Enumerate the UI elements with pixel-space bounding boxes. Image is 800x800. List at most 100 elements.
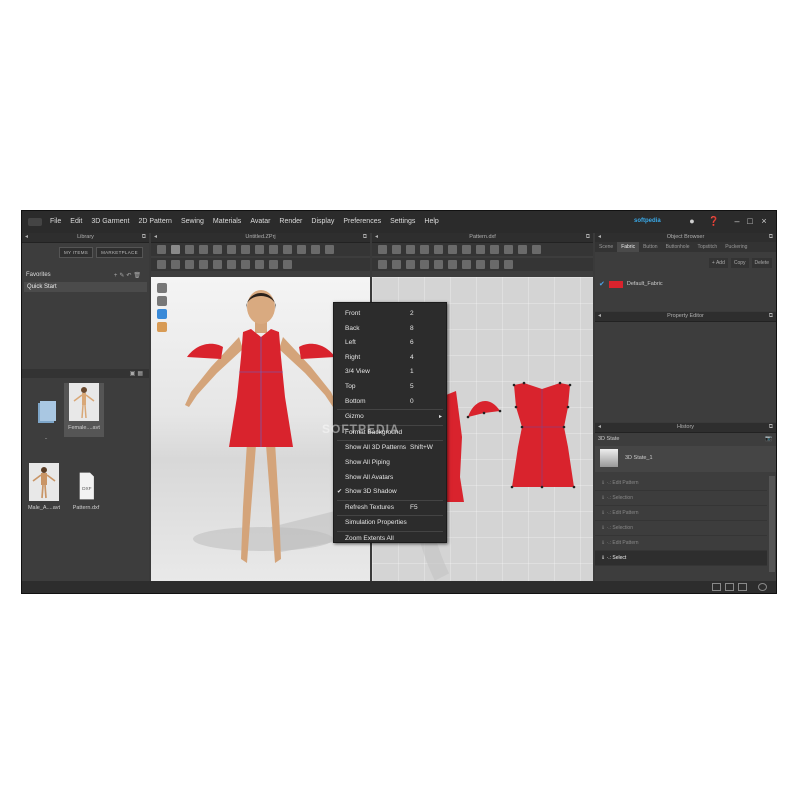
menu-item-zoom-extents-all[interactable]: Zoom Extents All: [334, 532, 446, 547]
layout-split-icon[interactable]: [725, 583, 734, 591]
edit-sewing-icon[interactable]: [406, 260, 415, 269]
file-parent-folder[interactable]: ..: [26, 393, 66, 441]
select-tool-icon[interactable]: [157, 245, 166, 254]
tab-fabric[interactable]: Fabric: [617, 242, 640, 252]
history-scrollbar[interactable]: [769, 476, 775, 572]
tab-topstitch[interactable]: Topstitch: [693, 242, 721, 252]
menu-render[interactable]: Render: [279, 218, 302, 225]
panel-popout-icon[interactable]: ⧉: [142, 233, 146, 242]
measure-tool-icon[interactable]: [255, 245, 264, 254]
fabric-list-item[interactable]: ✔ Default_Fabric: [599, 280, 663, 288]
menu-item-top[interactable]: Top 5: [334, 380, 446, 395]
panel-popout-icon[interactable]: ⧉: [586, 233, 590, 242]
symmetry-icon[interactable]: [476, 260, 485, 269]
rectangle-icon[interactable]: [434, 245, 443, 254]
file-pattern-dxf[interactable]: DXF Pattern.dxf: [66, 471, 106, 511]
history-row[interactable]: ⇓ ·.: Selection: [595, 491, 767, 506]
panel-menu-icon[interactable]: ◂: [25, 233, 28, 242]
polygon-icon[interactable]: [420, 245, 429, 254]
free-sewing-icon[interactable]: [392, 260, 401, 269]
tab-scene[interactable]: Scene: [595, 242, 617, 252]
panel-popout-icon[interactable]: ⧉: [363, 233, 367, 242]
menu-item-bottom[interactable]: Bottom 0: [334, 395, 446, 410]
segment-sewing-icon[interactable]: [378, 260, 387, 269]
panel-menu-icon[interactable]: ◂: [598, 233, 601, 242]
texture-icon[interactable]: [311, 245, 320, 254]
menu-display[interactable]: Display: [311, 218, 334, 225]
record-icon[interactable]: [325, 245, 334, 254]
edit-curve-icon[interactable]: [406, 245, 415, 254]
annotation-icon[interactable]: [490, 260, 499, 269]
menu-item-simulation-properties[interactable]: Simulation Properties: [334, 516, 446, 531]
layout-single-icon[interactable]: [712, 583, 721, 591]
pen-icon[interactable]: [255, 260, 264, 269]
minimize-button[interactable]: –: [732, 216, 742, 226]
edit-pattern-icon[interactable]: [378, 245, 387, 254]
tack-icon[interactable]: [420, 260, 429, 269]
internal-polygon-icon[interactable]: [462, 245, 471, 254]
panel-popout-icon[interactable]: ⧉: [769, 312, 773, 321]
panel-popout-icon[interactable]: ⧉: [769, 423, 773, 432]
menu-item-back[interactable]: Back 8: [334, 322, 446, 337]
menu-3d-garment[interactable]: 3D Garment: [91, 218, 129, 225]
menu-item-right[interactable]: Right 4: [334, 351, 446, 366]
tab-marketplace[interactable]: MARKETPLACE: [96, 247, 143, 258]
dart-icon[interactable]: [476, 245, 485, 254]
file-female-avatar[interactable]: Female....avt: [64, 383, 104, 437]
pin-tool-icon[interactable]: [213, 245, 222, 254]
file-male-avatar[interactable]: Male_A....avt: [24, 463, 64, 511]
graphic-icon[interactable]: [269, 260, 278, 269]
move-tool-icon[interactable]: [185, 245, 194, 254]
panel-popout-icon[interactable]: ⧉: [769, 233, 773, 242]
maximize-button[interactable]: □: [745, 216, 755, 226]
menu-materials[interactable]: Materials: [213, 218, 241, 225]
tab-my-items[interactable]: MY ITEMS: [59, 247, 94, 258]
menu-sewing[interactable]: Sewing: [181, 218, 204, 225]
transform-tool-icon[interactable]: [171, 245, 180, 254]
save-state-icon[interactable]: 📷: [765, 434, 772, 444]
zoom-icon[interactable]: [532, 245, 541, 254]
trace-icon[interactable]: [490, 245, 499, 254]
pleat-icon[interactable]: [448, 260, 457, 269]
tab-button[interactable]: Button: [639, 242, 661, 252]
menu-preferences[interactable]: Preferences: [343, 218, 381, 225]
panel-menu-icon[interactable]: ◂: [598, 312, 601, 321]
tab-buttonhole[interactable]: Buttonhole: [662, 242, 694, 252]
seam-allowance-icon[interactable]: [504, 245, 513, 254]
zipper-icon[interactable]: [227, 260, 236, 269]
fold-tool-icon[interactable]: [199, 245, 208, 254]
menu-item-show-all-3d-patterns[interactable]: Show All 3D Patterns Shift+W: [334, 441, 446, 456]
refresh-icon[interactable]: [758, 583, 767, 591]
grid-icon[interactable]: [518, 245, 527, 254]
delete-button[interactable]: Delete: [751, 258, 772, 268]
tack-tool-icon[interactable]: [227, 245, 236, 254]
layout-3d-icon[interactable]: [738, 583, 747, 591]
edit-point-icon[interactable]: [392, 245, 401, 254]
state-item[interactable]: 3D State_1: [595, 446, 776, 472]
help-circle-icon[interactable]: ❓: [708, 216, 719, 226]
view-mode-icon[interactable]: ▣▦: [130, 370, 145, 377]
menu-avatar[interactable]: Avatar: [250, 218, 270, 225]
camera-icon[interactable]: [171, 260, 180, 269]
close-button[interactable]: ×: [759, 216, 769, 226]
menu-settings[interactable]: Settings: [390, 218, 415, 225]
pattern-grid-icon[interactable]: [504, 260, 513, 269]
arrange-tool-icon[interactable]: [241, 245, 250, 254]
brush-icon[interactable]: [199, 260, 208, 269]
menu-edit[interactable]: Edit: [70, 218, 82, 225]
tab-puckering[interactable]: Puckering: [721, 242, 751, 252]
add-button[interactable]: + Add: [708, 258, 728, 268]
steam-icon[interactable]: [283, 245, 292, 254]
menu-item-show-3d-shadow[interactable]: ✔ Show 3D Shadow: [334, 485, 446, 500]
menu-item-show-all-piping[interactable]: Show All Piping: [334, 456, 446, 471]
button-tool-icon[interactable]: [213, 260, 222, 269]
fold-arrangement-icon[interactable]: [434, 260, 443, 269]
circle-icon[interactable]: [448, 245, 457, 254]
panel-menu-icon[interactable]: ◂: [375, 233, 378, 242]
panel-menu-icon[interactable]: ◂: [154, 233, 157, 242]
copy-button[interactable]: Copy: [730, 258, 749, 268]
user-icon[interactable]: ●: [687, 216, 697, 226]
menu-item-front[interactable]: Front 2: [334, 307, 446, 322]
panel-menu-icon[interactable]: ◂: [598, 423, 601, 432]
line-icon[interactable]: [241, 260, 250, 269]
